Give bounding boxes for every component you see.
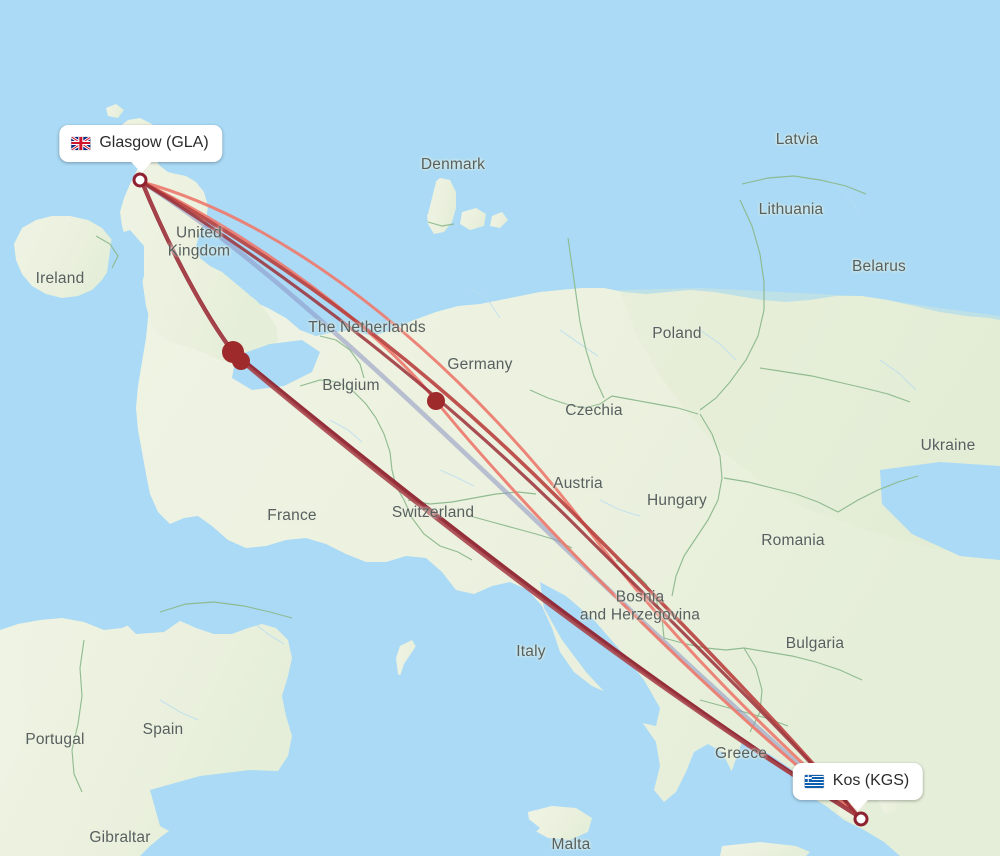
airport-marker-gla[interactable] [132, 172, 148, 188]
airport-callout-label: Glasgow (GLA) [99, 134, 209, 151]
waypoint-london-b[interactable] [232, 352, 250, 370]
airport-marker-kgs[interactable] [853, 811, 869, 827]
airport-callout-gla[interactable]: Glasgow (GLA) [59, 125, 223, 173]
airport-callout-kgs[interactable]: Kos (KGS) [792, 763, 924, 811]
greece-flag-icon [804, 774, 824, 788]
uk-flag-icon [71, 136, 91, 150]
waypoint-frankfurt[interactable] [427, 392, 445, 410]
airport-callout-label: Kos (KGS) [832, 772, 910, 789]
route-alt-blue [139, 179, 861, 819]
flight-route-map[interactable]: Ireland United Kingdom Denmark The Netherla… [0, 0, 1000, 856]
